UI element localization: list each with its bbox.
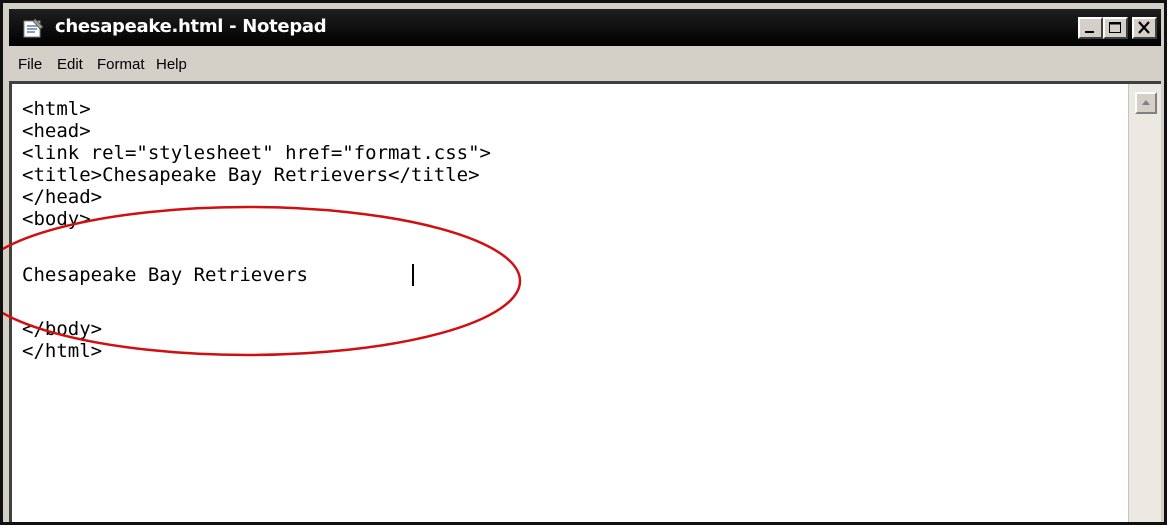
close-icon xyxy=(1138,21,1150,34)
minimize-button[interactable] xyxy=(1078,17,1103,39)
code-line: <body> xyxy=(22,208,91,230)
maximize-button[interactable] xyxy=(1103,17,1128,39)
close-button[interactable] xyxy=(1132,17,1157,39)
scroll-up-button[interactable] xyxy=(1135,92,1157,114)
window-title: chesapeake.html - Notepad xyxy=(55,16,327,37)
text-caret xyxy=(412,264,414,286)
notepad-window: chesapeake.html - Notepad File Edit Form… xyxy=(0,0,1167,525)
menu-bar: File Edit Format Help xyxy=(9,49,1161,79)
menu-edit[interactable]: Edit xyxy=(57,56,83,73)
menu-file[interactable]: File xyxy=(18,56,42,73)
vertical-scrollbar[interactable] xyxy=(1128,84,1161,522)
code-line: <head> xyxy=(22,120,91,142)
code-line: Chesapeake Bay Retrievers xyxy=(22,264,308,286)
code-line: <html> xyxy=(22,98,91,120)
notepad-icon[interactable] xyxy=(21,17,45,39)
minimize-icon xyxy=(1085,31,1094,33)
maximize-icon xyxy=(1109,22,1121,33)
scroll-up-arrow-icon xyxy=(1142,100,1150,105)
code-line: </body> xyxy=(22,318,103,340)
text-editor-area[interactable]: <html> <head> <link rel="stylesheet" hre… xyxy=(9,81,1161,522)
menu-help[interactable]: Help xyxy=(156,56,187,73)
code-line: <title>Chesapeake Bay Retrievers</title> xyxy=(22,164,480,186)
code-line: </html> xyxy=(22,340,103,362)
code-line: <link rel="stylesheet" href="format.css"… xyxy=(22,142,491,164)
title-bar[interactable]: chesapeake.html - Notepad xyxy=(9,9,1161,46)
code-line: </head> xyxy=(22,186,103,208)
menu-format[interactable]: Format xyxy=(97,56,145,73)
